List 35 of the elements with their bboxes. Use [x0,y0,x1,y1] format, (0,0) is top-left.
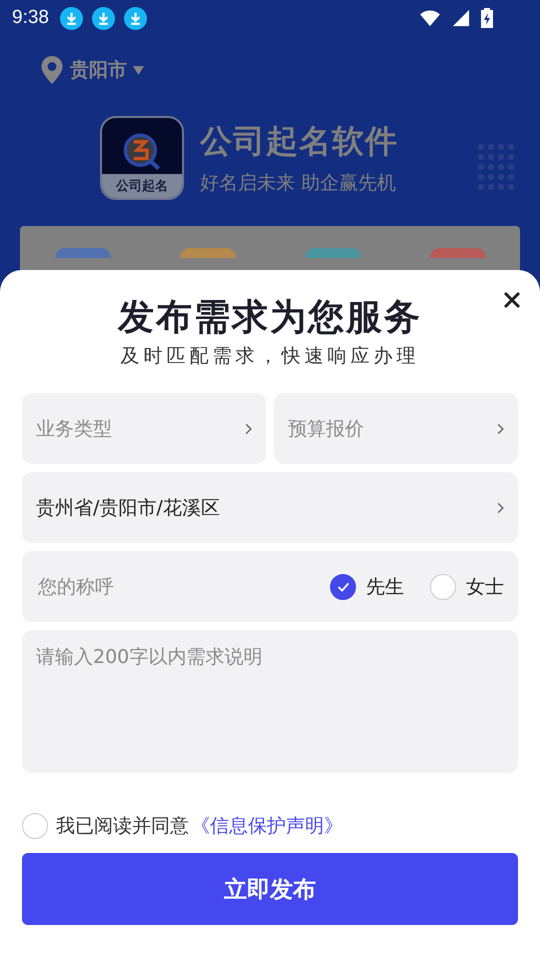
chevron-icon [497,422,504,435]
close-icon [502,290,522,310]
app-logo: 公司起名 [100,116,184,200]
agreement-text: 我已阅读并同意 [56,814,189,840]
chevron-icon [245,422,252,435]
shortcut-icon[interactable] [180,248,236,258]
agree-checkbox[interactable] [22,813,48,840]
download-icon [92,6,115,30]
chevron-icon [497,502,504,514]
wifi-icon [419,9,441,27]
sheet-subtitle: 及时匹配需求，快速响应办理 [120,344,420,370]
title-radio[interactable]: 先生 [330,574,404,600]
battery-icon [481,8,493,28]
picker-field[interactable]: 预算报价 [274,393,518,464]
shortcut-icon[interactable] [304,248,360,258]
privacy-link[interactable]: 《信息保护声明》 [191,813,343,840]
signal-icon [450,9,472,27]
submit-button[interactable]: 立即发布 [22,853,518,926]
app-name: 公司起名软件 [200,121,398,162]
city-selector[interactable]: 贵阳市 [70,57,127,83]
picker-field[interactable]: 业务类型 [22,393,266,464]
sheet-title: 发布需求为您服务 [116,296,423,340]
status-time: 9:38 [12,7,49,29]
name-input[interactable]: 您的称呼 [36,574,304,599]
location-pin-icon [40,56,64,84]
close-button[interactable] [502,290,522,310]
title-radio[interactable]: 女士 [430,574,504,600]
download-icon [124,6,147,30]
caret-icon [133,66,144,74]
shortcut-icon[interactable] [430,248,486,258]
description-field[interactable]: 请输入200字以内需求说明 [22,630,518,774]
app-slogan: 好名启未来 助企赢先机 [200,171,398,196]
download-icon [60,6,83,30]
region-picker[interactable]: 贵州省/贵阳市/花溪区 [22,472,518,544]
shortcut-icon[interactable] [54,248,110,258]
